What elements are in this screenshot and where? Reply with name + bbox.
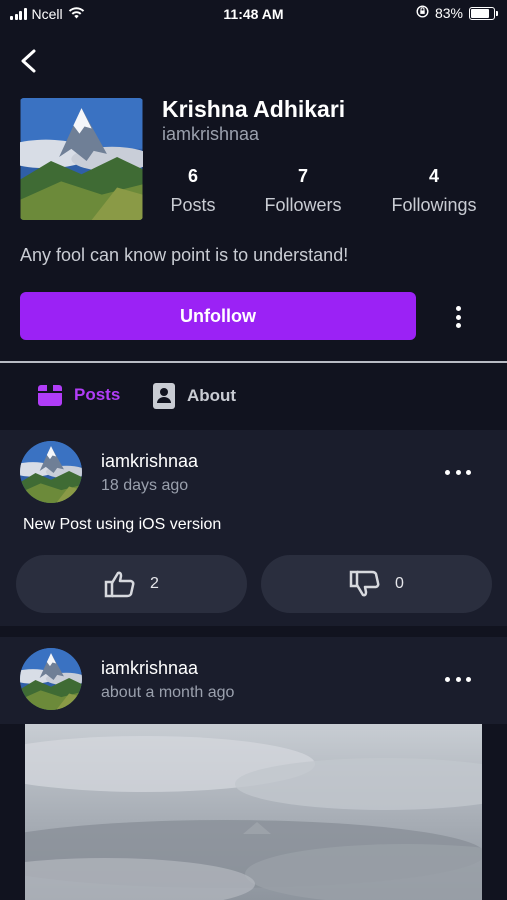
chevron-left-icon bbox=[21, 49, 36, 73]
profile-username: iamkrishnaa bbox=[162, 124, 260, 144]
section-divider bbox=[0, 361, 507, 363]
post-timestamp: about a month ago bbox=[101, 684, 235, 701]
profile-avatar[interactable] bbox=[20, 98, 143, 220]
more-options-icon[interactable] bbox=[445, 674, 471, 684]
post-timestamp: 18 days ago bbox=[101, 477, 189, 494]
tab-posts[interactable]: Posts bbox=[37, 382, 120, 408]
post-avatar[interactable] bbox=[20, 648, 82, 710]
stat-label: Followings bbox=[391, 195, 477, 215]
like-button[interactable]: 2 bbox=[16, 555, 247, 613]
tab-label: Posts bbox=[74, 385, 121, 404]
dislike-button[interactable]: 0 bbox=[261, 555, 492, 613]
orientation-lock-icon bbox=[416, 5, 429, 21]
battery-icon bbox=[469, 6, 498, 20]
status-bar: Ncell 11:48 AM 83% bbox=[0, 0, 507, 28]
thumbs-down-icon bbox=[349, 570, 380, 597]
posts-box-icon bbox=[38, 385, 62, 406]
like-count: 2 bbox=[150, 575, 159, 592]
post-avatar[interactable] bbox=[20, 441, 82, 503]
more-options-vertical-icon[interactable] bbox=[446, 302, 470, 332]
battery-percent: 83% bbox=[434, 5, 463, 21]
post-text: New Post using iOS version bbox=[23, 516, 222, 533]
stat-followings[interactable]: 4 Followings bbox=[382, 166, 486, 216]
profile-bio: Any fool can know point is to understand… bbox=[20, 245, 349, 265]
stat-label: Followers bbox=[264, 195, 342, 215]
post-username[interactable]: iamkrishnaa bbox=[101, 658, 198, 679]
stat-value: 7 bbox=[297, 166, 308, 186]
post-username[interactable]: iamkrishnaa bbox=[101, 451, 198, 472]
back-button[interactable] bbox=[14, 44, 44, 78]
thumbs-up-icon bbox=[104, 571, 135, 598]
stat-value: 4 bbox=[428, 166, 439, 186]
dislike-count: 0 bbox=[395, 575, 404, 592]
profile-name: Krishna Adhikari bbox=[162, 96, 346, 122]
more-options-icon[interactable] bbox=[445, 467, 471, 477]
contact-card-icon bbox=[153, 383, 175, 409]
stat-posts[interactable]: 6 Posts bbox=[162, 166, 224, 216]
stat-label: Posts bbox=[170, 195, 216, 215]
tab-about[interactable]: About bbox=[152, 382, 236, 410]
post-image[interactable] bbox=[25, 724, 482, 900]
tab-label: About bbox=[187, 386, 237, 405]
stat-followers[interactable]: 7 Followers bbox=[255, 166, 351, 216]
unfollow-button[interactable]: Unfollow bbox=[20, 292, 416, 340]
stat-value: 6 bbox=[187, 166, 198, 186]
